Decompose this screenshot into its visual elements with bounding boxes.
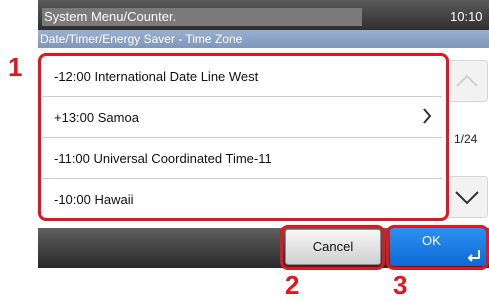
breadcrumb: Date/Timer/Energy Saver - Time Zone bbox=[38, 30, 489, 48]
header-title: System Menu/Counter. bbox=[44, 9, 177, 24]
callout-box-list bbox=[38, 53, 449, 221]
status-bar: System Menu/Counter. 10:10 bbox=[38, 0, 489, 30]
callout-number-3: 3 bbox=[393, 270, 408, 300]
scroll-down-button[interactable] bbox=[446, 176, 488, 218]
header-title-box: System Menu/Counter. bbox=[42, 8, 362, 26]
chevron-up-icon bbox=[456, 74, 478, 87]
chevron-down-icon bbox=[455, 191, 479, 205]
callout-box-cancel bbox=[280, 225, 385, 270]
callout-number-2: 2 bbox=[285, 270, 300, 300]
clock: 10:10 bbox=[450, 9, 483, 24]
page-indicator: 1/24 bbox=[454, 132, 478, 146]
scroll-up-button[interactable] bbox=[446, 60, 488, 102]
callout-box-ok bbox=[386, 225, 489, 270]
callout-number-1: 1 bbox=[8, 52, 23, 82]
breadcrumb-text: Date/Timer/Energy Saver - Time Zone bbox=[40, 32, 243, 46]
